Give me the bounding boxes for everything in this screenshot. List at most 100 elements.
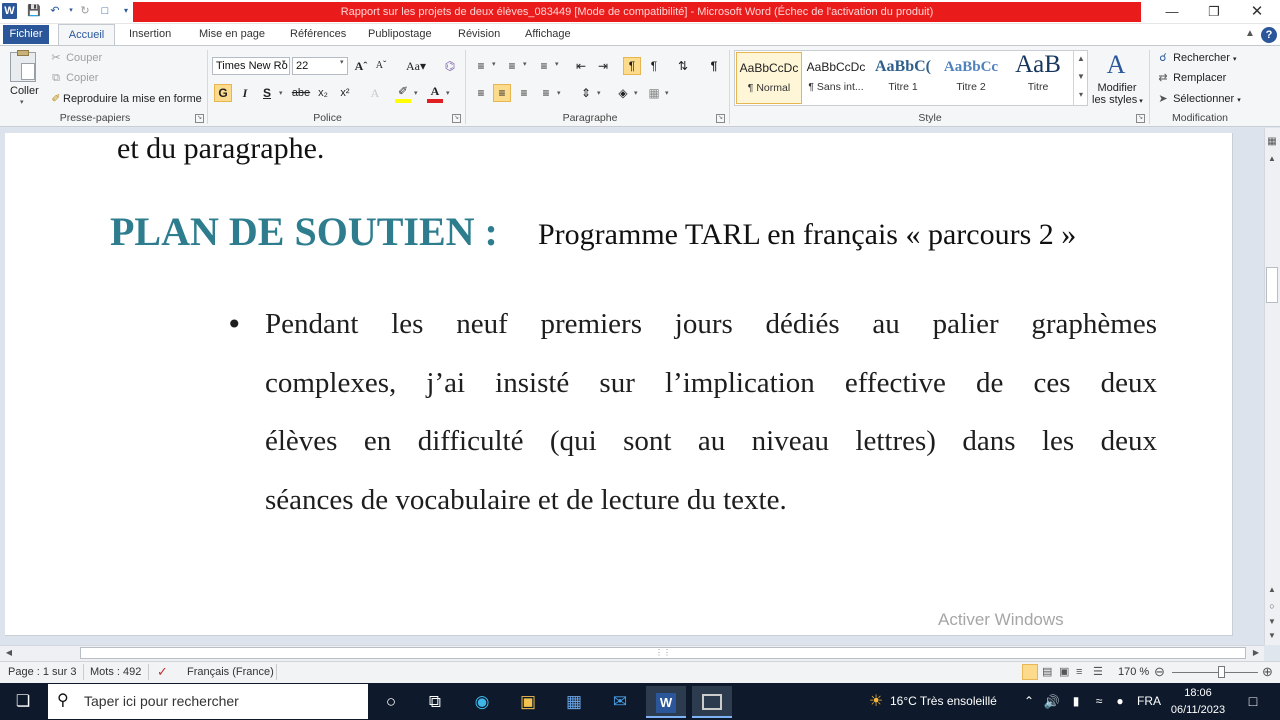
zoom-in-icon[interactable]: ⊕ xyxy=(1262,664,1273,680)
scroll-down-icon[interactable]: ▼ xyxy=(1265,630,1279,642)
style-title[interactable]: AaB Titre xyxy=(1005,52,1071,104)
edge-browser-icon[interactable]: ◉ xyxy=(462,686,502,718)
borders-dropdown-icon[interactable]: ▾ xyxy=(665,89,669,97)
align-center-icon[interactable]: ≡ xyxy=(493,84,511,102)
shrink-font-icon[interactable]: Aˇ xyxy=(372,57,390,75)
tab-references[interactable]: Références xyxy=(290,25,346,45)
next-page-icon[interactable]: ▼ xyxy=(1265,616,1279,628)
restore-button[interactable]: ❐ xyxy=(1193,0,1235,24)
text-effects-icon[interactable]: A xyxy=(366,84,384,102)
close-button[interactable]: ✕ xyxy=(1236,0,1278,24)
increase-indent-icon[interactable]: ⇥ xyxy=(594,57,612,75)
horizontal-scroll-thumb[interactable]: ⋮⋮ xyxy=(80,647,1246,659)
bullets-dropdown-icon[interactable]: ▾ xyxy=(492,60,496,68)
multilevel-dropdown-icon[interactable]: ▾ xyxy=(555,60,559,68)
print-layout-view-icon[interactable] xyxy=(1022,664,1038,680)
show-marks-icon[interactable]: ¶ xyxy=(705,57,723,75)
sort-icon[interactable]: ⇅ xyxy=(674,57,692,75)
grow-font-icon[interactable]: Aˆ xyxy=(352,57,370,75)
page-count-status[interactable]: Page : 1 sur 3 xyxy=(8,664,77,680)
outline-view-icon[interactable]: ≡ xyxy=(1076,664,1082,680)
wifi-icon[interactable]: ≈ xyxy=(1089,683,1109,720)
weather-status[interactable]: 16°C Très ensoleillé xyxy=(890,683,1012,720)
input-language[interactable]: FRA xyxy=(1134,683,1164,720)
decrease-indent-icon[interactable]: ⇤ xyxy=(572,57,590,75)
find-button[interactable]: ☌ Rechercher ▾ xyxy=(1156,50,1236,68)
style-heading-2[interactable]: AaBbCc Titre 2 xyxy=(938,52,1004,104)
styles-launcher-icon[interactable]: ↘ xyxy=(1136,114,1145,123)
language-status[interactable]: Français (France) xyxy=(187,664,274,680)
gallery-more-icon[interactable]: ▾ xyxy=(1074,86,1088,104)
zoom-level[interactable]: 170 % xyxy=(1118,664,1149,680)
ruler-toggle-icon[interactable]: ▦ xyxy=(1265,136,1279,148)
microphone-icon[interactable]: ● xyxy=(1110,683,1130,720)
zoom-out-icon[interactable]: ⊖ xyxy=(1154,664,1165,680)
shading-dropdown-icon[interactable]: ▾ xyxy=(634,89,638,97)
clipboard-launcher-icon[interactable]: ↘ xyxy=(195,114,204,123)
tab-revision[interactable]: Révision xyxy=(458,25,500,45)
change-case-icon[interactable]: Aa▾ xyxy=(403,57,429,75)
justify-icon[interactable]: ≡ xyxy=(537,84,555,102)
change-styles-button[interactable]: Modifier les styles ▾ xyxy=(1092,82,1143,108)
battery-icon[interactable]: ▮ xyxy=(1066,683,1086,720)
numbering-dropdown-icon[interactable]: ▾ xyxy=(523,60,527,68)
subscript-button[interactable]: x₂ xyxy=(314,84,332,102)
undo-icon[interactable]: ↶ xyxy=(48,4,62,18)
tab-fichier[interactable]: Fichier xyxy=(3,25,49,44)
style-normal[interactable]: AaBbCcDc ¶ Normal xyxy=(736,52,802,104)
browse-object-icon[interactable]: ○ xyxy=(1265,600,1279,612)
ltr-direction-icon[interactable]: ¶ xyxy=(623,57,641,75)
tab-mise-en-page[interactable]: Mise en page xyxy=(199,25,265,45)
strikethrough-button[interactable]: abe xyxy=(290,84,312,102)
select-button[interactable]: ➤ Sélectionner ▾ xyxy=(1156,91,1240,109)
gallery-up-icon[interactable]: ▲ xyxy=(1074,50,1088,68)
gallery-down-icon[interactable]: ▼ xyxy=(1074,68,1088,86)
styles-gallery-scroll[interactable]: ▲ ▼ ▾ xyxy=(1073,50,1088,106)
cut-button[interactable]: ✂ Couper xyxy=(49,50,102,66)
clear-formatting-icon[interactable]: ⌬ xyxy=(441,57,459,75)
numbering-icon[interactable]: ≡ xyxy=(503,57,521,75)
ribbon-collapse-icon[interactable]: ▲ xyxy=(1243,26,1257,42)
word-app-icon[interactable]: W xyxy=(2,3,17,19)
save-icon[interactable]: 💾 xyxy=(27,4,41,18)
open-window-icon[interactable] xyxy=(692,686,732,718)
full-screen-view-icon[interactable]: ▤ xyxy=(1042,664,1052,680)
zoom-slider-thumb[interactable] xyxy=(1218,666,1225,678)
line-spacing-icon[interactable]: ⇕ xyxy=(577,84,595,102)
font-launcher-icon[interactable]: ↘ xyxy=(452,114,461,123)
file-explorer-icon[interactable]: ▣ xyxy=(508,686,548,718)
format-painter-button[interactable]: ✐ Reproduire la mise en forme xyxy=(49,91,201,107)
highlight-icon[interactable]: ✐ xyxy=(394,82,412,100)
underline-dropdown-icon[interactable]: ▾ xyxy=(279,89,283,97)
style-no-spacing[interactable]: AaBbCcDc ¶ Sans int... xyxy=(803,52,869,104)
clock-time[interactable]: 18:06 xyxy=(1168,685,1228,701)
underline-button[interactable]: S xyxy=(258,84,276,102)
help-icon[interactable]: ? xyxy=(1261,27,1277,43)
zoom-slider-track[interactable] xyxy=(1172,672,1258,673)
tab-accueil[interactable]: Accueil xyxy=(58,24,115,46)
font-name-combo[interactable]: Times New Ro xyxy=(212,57,290,75)
paste-icon[interactable] xyxy=(10,50,36,82)
previous-page-icon[interactable]: ▲ xyxy=(1265,584,1279,596)
tab-publipostage[interactable]: Publipostage xyxy=(368,25,432,45)
borders-icon[interactable]: ▦ xyxy=(645,84,663,102)
minimize-button[interactable]: — xyxy=(1151,0,1193,24)
clock-date[interactable]: 06/11/2023 xyxy=(1164,702,1232,718)
proofing-icon[interactable]: ✓ xyxy=(157,664,168,680)
mail-icon[interactable]: ✉ xyxy=(600,686,640,718)
italic-button[interactable]: I xyxy=(236,84,254,102)
align-left-icon[interactable]: ≡ xyxy=(472,84,490,102)
vertical-scroll-thumb[interactable] xyxy=(1266,267,1278,303)
superscript-button[interactable]: x² xyxy=(336,84,354,102)
redo-icon[interactable]: ↻ xyxy=(78,4,92,18)
scroll-left-icon[interactable]: ◀ xyxy=(2,647,16,659)
store-icon[interactable]: ▦ xyxy=(554,686,594,718)
notification-icon[interactable]: □ xyxy=(1240,683,1266,720)
task-view-icon[interactable]: ⧉ xyxy=(415,686,455,718)
weather-icon[interactable]: ☀ xyxy=(864,683,888,720)
customize-qat-icon[interactable]: ▾ xyxy=(119,4,133,18)
highlight-dropdown-icon[interactable]: ▾ xyxy=(414,89,418,97)
new-document-icon[interactable]: □ xyxy=(98,4,112,18)
bold-button[interactable]: G xyxy=(214,84,232,102)
rtl-direction-icon[interactable]: ¶ xyxy=(645,57,663,75)
